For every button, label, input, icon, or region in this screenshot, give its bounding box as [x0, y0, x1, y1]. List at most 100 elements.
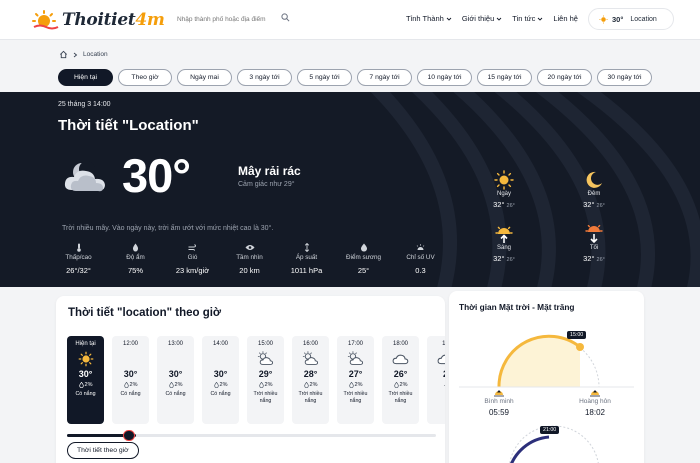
hour-item[interactable]: 15:00 29° 2% Trời nhiều nắng — [247, 336, 284, 424]
tab-hourly[interactable]: Theo giờ — [118, 69, 172, 86]
partly-cloudy-icon — [347, 351, 364, 365]
hour-icon — [292, 350, 329, 367]
cloud-icon — [392, 354, 409, 365]
stat-value: 0.3 — [415, 266, 426, 275]
stat-value: 20 km — [239, 266, 260, 275]
tab-20-days[interactable]: 20 ngày tới — [537, 69, 592, 86]
hour-icon — [157, 350, 194, 367]
hour-icon — [247, 350, 284, 367]
hour-item[interactable]: 19 2 T — [427, 336, 445, 424]
hour-rain: 2% — [202, 382, 239, 388]
stat-dew-point: Điểm sương 25° — [335, 242, 392, 275]
hour-condition: Trời nhiều nắng — [298, 391, 323, 404]
period-temp: 32° 26° — [493, 254, 515, 263]
tab-5-days[interactable]: 5 ngày tới — [297, 69, 352, 86]
raindrop-icon — [303, 382, 309, 388]
sun-moon-card: Thời gian Mặt trời - Mặt trăng 15:00 Bìn… — [449, 291, 644, 463]
sunrise-icon — [494, 390, 504, 397]
site-logo[interactable]: Thoitiet4m — [30, 9, 165, 31]
scrollbar-handle[interactable] — [123, 430, 135, 441]
wind-icon — [188, 243, 196, 251]
tab-15-days[interactable]: 15 ngày tới — [477, 69, 532, 86]
hour-rain: 2% — [382, 382, 419, 388]
current-condition: Mây rải rác — [238, 164, 301, 178]
hour-temp: 30° — [168, 369, 183, 379]
nav-label: Giới thiệu — [461, 14, 495, 23]
day-periods: Ngày 32° 26° Đêm 32° 26° Sáng 32° 26° Tố… — [470, 170, 640, 280]
hour-item[interactable]: Hiện tại 30° 2% Có nắng — [67, 336, 104, 424]
stat-label: Gió — [187, 254, 198, 261]
nav-item-about[interactable]: Giới thiệu — [462, 14, 502, 23]
tab-10-days[interactable]: 10 ngày tới — [417, 69, 472, 86]
hour-item[interactable]: 12:00 30° 2% Có nắng — [112, 336, 149, 424]
nav-item-provinces[interactable]: Tỉnh Thành — [406, 14, 452, 23]
location-pill-name: Location — [630, 15, 657, 23]
nav-item-news[interactable]: Tin tức — [512, 14, 543, 23]
hour-list: Hiện tại 30° 2% Có nắng 12:00 30° 2% Có nắng 13:… — [67, 336, 445, 424]
cloud-icon — [437, 354, 445, 365]
period-temp: 32° 26° — [583, 254, 605, 263]
hour-icon — [112, 350, 149, 367]
hour-item[interactable]: 16:00 28° 2% Trời nhiều nắng — [292, 336, 329, 424]
stat-label: Thấp/cao — [65, 254, 92, 261]
period-label: Sáng — [496, 245, 511, 251]
hour-condition: Có nắng — [75, 391, 96, 397]
hour-time: 19 — [442, 341, 445, 347]
sun-icon — [599, 14, 608, 24]
site-header: Thoitiet4m Tỉnh Thành Giới thiệu Tin tức… — [0, 0, 700, 40]
period-night: Đêm 32° 26° — [564, 170, 624, 209]
tab-3-days[interactable]: 3 ngày tới — [237, 69, 292, 86]
hour-rain: 2% — [157, 382, 194, 388]
hourly-forecast-card: Thời tiết "location" theo giờ Hiện tại 30… — [56, 296, 445, 463]
stat-label: Độ ẩm — [126, 254, 145, 261]
stat-value: 1011 hPa — [290, 266, 323, 275]
nav-label: Tỉnh Thành — [406, 14, 444, 23]
hourly-scrollbar[interactable] — [67, 430, 436, 441]
sun-position-marker — [576, 343, 584, 351]
tab-tomorrow[interactable]: Ngày mai — [177, 69, 232, 86]
hourly-forecast-button[interactable]: Thời tiết theo giờ — [67, 442, 139, 459]
hour-temp: 26° — [393, 369, 408, 379]
hour-condition: Trời nhiều nắng — [253, 391, 278, 404]
hour-icon — [427, 350, 445, 367]
logo-text: Thoitiet4m — [62, 10, 165, 30]
nav-item-contact[interactable]: Liên hệ — [553, 14, 578, 23]
pressure-icon — [304, 243, 309, 252]
nav-label: Liên hệ — [553, 14, 578, 23]
hour-item[interactable]: 18:00 26° 2% Trời nhiều nắng — [382, 336, 419, 424]
location-pill[interactable]: 30° Location — [588, 8, 674, 30]
period-morning: Sáng 32° 26° — [474, 224, 534, 263]
tab-current[interactable]: Hiện tại — [58, 69, 113, 86]
raindrop-icon — [213, 382, 219, 388]
hourly-title: Thời tiết "location" theo giờ — [68, 307, 222, 319]
period-day: Ngày 32° 26° — [474, 170, 534, 209]
stat-label: Tầm nhìn — [236, 254, 263, 261]
hour-time: 16:00 — [302, 341, 318, 347]
weather-stats: Thấp/cao 26°/32° Độ ẩm 75% Gió 23 km/giờ… — [50, 242, 449, 275]
stat-value: 25° — [357, 266, 370, 275]
sunset-icon — [590, 390, 600, 397]
hour-item[interactable]: 13:00 30° 2% Có nắng — [157, 336, 194, 424]
sunset-label: Hoàng hôn — [579, 398, 611, 405]
sun-icon — [494, 170, 514, 190]
hour-item[interactable]: 17:00 27° 2% Trời nhiều nắng — [337, 336, 374, 424]
tab-30-days[interactable]: 30 ngày tới — [597, 69, 652, 86]
tab-7-days[interactable]: 7 ngày tới — [357, 69, 412, 86]
home-icon[interactable] — [59, 50, 68, 59]
hour-temp: 29° — [258, 369, 273, 379]
hour-time: 17:00 — [347, 341, 363, 347]
hour-item[interactable]: 14:00 30° 2% Có nắng — [202, 336, 239, 424]
hour-time: 13:00 — [167, 341, 183, 347]
logo-sun-icon — [32, 10, 59, 30]
hour-rain: 2% — [112, 382, 149, 388]
search-input[interactable] — [177, 15, 277, 23]
chevron-down-icon — [446, 17, 452, 21]
hour-condition: T — [427, 385, 445, 392]
period-label: Đêm — [587, 191, 601, 197]
sun-arc-diagram — [459, 334, 634, 463]
stat-visibility: Tầm nhìn 20 km — [221, 242, 278, 275]
search-icon[interactable] — [281, 13, 290, 22]
period-temp: 32° 26° — [583, 200, 605, 209]
hour-rain: 2% — [337, 382, 374, 388]
sunrise-time: 05:59 — [488, 408, 510, 417]
